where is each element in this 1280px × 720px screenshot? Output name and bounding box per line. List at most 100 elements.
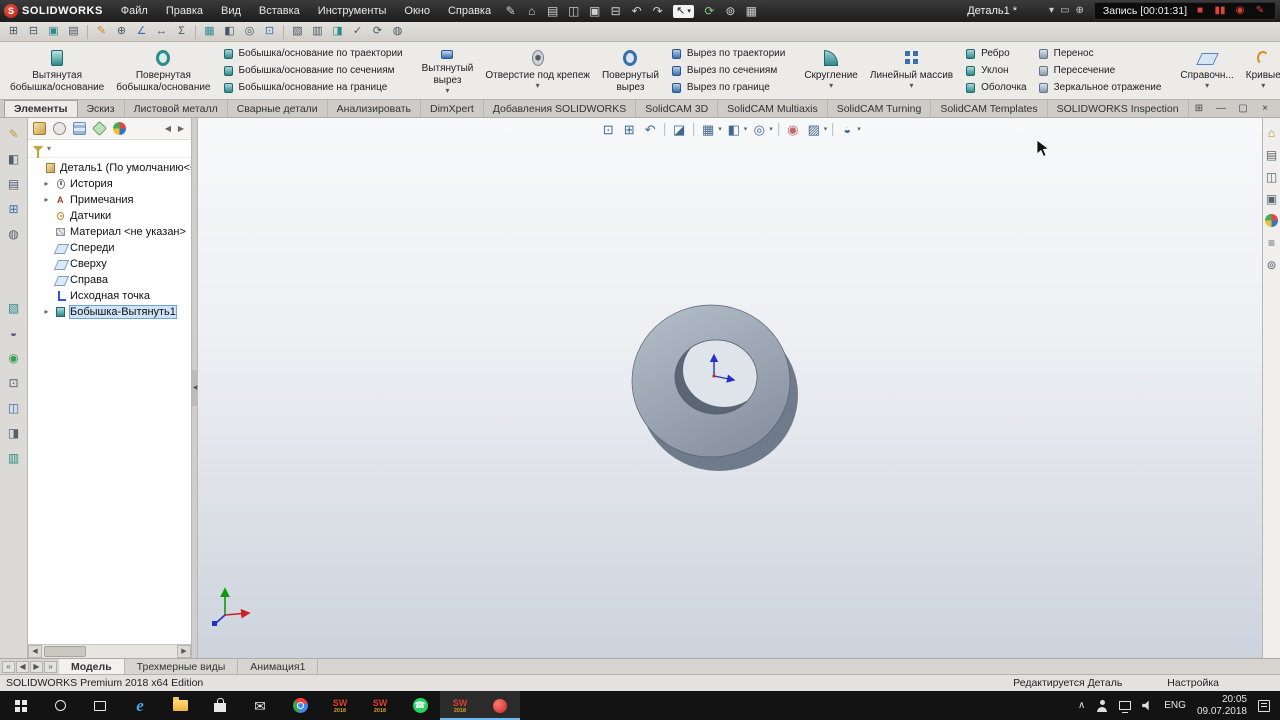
rows-icon[interactable] [5, 450, 23, 466]
menu-tools[interactable]: Инструменты [310, 2, 395, 20]
camera-snapshot-icon[interactable] [1233, 6, 1247, 16]
recorder-zoom-icon[interactable] [1076, 6, 1084, 16]
add-relation-icon[interactable] [112, 23, 131, 40]
home-icon[interactable] [522, 2, 541, 20]
menu-edit[interactable]: Правка [158, 2, 211, 20]
tree-item-right-plane[interactable]: Справа [28, 272, 191, 288]
dimxpertmanager-tab-icon[interactable] [92, 121, 107, 136]
appearances-scenes-icon[interactable] [1265, 214, 1278, 227]
tab-model[interactable]: Модель [59, 659, 125, 674]
featuremanager-tab-icon[interactable] [33, 122, 46, 135]
tree-item-material[interactable]: Материал <не указан> [28, 224, 191, 240]
expand-arrow-icon[interactable] [42, 308, 51, 316]
edge-button[interactable] [120, 691, 160, 720]
view-settings-dropdown-icon[interactable] [857, 126, 861, 133]
language-indicator[interactable]: ENG [1164, 700, 1186, 711]
tab-solidworks-addins[interactable]: Добавления SOLIDWORKS [484, 100, 636, 117]
custom-properties-icon[interactable] [1265, 236, 1279, 249]
columns-icon[interactable] [5, 400, 23, 416]
solidworks-resources-icon[interactable] [1265, 126, 1279, 139]
minimize-icon[interactable] [1214, 104, 1228, 114]
mirror-button[interactable]: Зеркальное отражение [1037, 80, 1162, 95]
annotate-recording-icon[interactable] [1253, 6, 1267, 16]
tree-item-annotations[interactable]: Примечания [28, 192, 191, 208]
extruded-boss-button[interactable]: Вытянутая бобышка/основание [4, 44, 110, 97]
zoom-box-icon[interactable] [260, 23, 279, 40]
sketch-tool-icon[interactable] [92, 23, 111, 40]
action-center-icon[interactable] [1258, 700, 1270, 712]
frame-icon[interactable] [5, 375, 23, 391]
network-tray-icon[interactable] [1119, 701, 1131, 710]
draft-button[interactable]: Уклон [964, 63, 1027, 78]
tree-item-top-plane[interactable]: Сверху [28, 256, 191, 272]
boundary-cut-button[interactable]: Вырез по границе [670, 80, 785, 95]
rows-tool-icon[interactable] [308, 23, 327, 40]
tab-animation1[interactable]: Анимация1 [238, 659, 318, 674]
display-half-icon[interactable] [220, 23, 239, 40]
people-tray-icon[interactable] [1096, 700, 1108, 712]
appearance-toolbar-icon[interactable] [742, 2, 761, 20]
panel-tabs-prev-icon[interactable] [163, 125, 173, 133]
tab-evaluate[interactable]: Анализировать [328, 100, 421, 117]
view-settings-icon[interactable] [838, 121, 856, 137]
tab-sketch[interactable]: Эскиз [78, 100, 125, 117]
fillet-dropdown-icon[interactable] [829, 82, 833, 89]
solidworks-active-button[interactable]: SW 2018 [440, 691, 480, 720]
screen-recorder-button[interactable] [480, 691, 520, 720]
swept-cut-button[interactable]: Вырез по траектории [670, 46, 785, 61]
sphere-icon[interactable] [5, 226, 23, 242]
split-icon[interactable] [5, 425, 23, 441]
store-button[interactable] [200, 691, 240, 720]
displaymanager-tab-icon[interactable] [113, 122, 126, 135]
expand-arrow-icon[interactable] [42, 196, 51, 204]
solid-tool-icon[interactable] [44, 23, 63, 40]
reference-dropdown-icon[interactable] [1205, 82, 1209, 89]
pencil-icon[interactable] [5, 126, 23, 142]
grid-tool-icon[interactable] [4, 23, 23, 40]
shell-button[interactable]: Оболочка [964, 80, 1027, 95]
rebuild-icon[interactable] [700, 2, 719, 20]
solidworks-forum-icon[interactable] [1265, 258, 1279, 271]
menu-insert[interactable]: Вставка [251, 2, 308, 20]
linear-pattern-button[interactable]: Линейный массив [864, 44, 959, 97]
file-explorer-pane-icon[interactable] [1265, 170, 1279, 183]
extruded-cut-dropdown-icon[interactable] [445, 87, 449, 94]
last-tab-icon[interactable] [44, 661, 57, 673]
redo-icon[interactable] [648, 2, 667, 20]
select-tool-button[interactable] [673, 5, 694, 18]
apply-scene-dropdown-icon[interactable] [824, 126, 828, 133]
whatsapp-button[interactable] [400, 691, 440, 720]
design-library-icon[interactable] [1265, 148, 1279, 161]
scroll-right-icon[interactable] [177, 645, 191, 658]
lofted-boss-button[interactable]: Бобышка/основание по сечениям [222, 63, 403, 78]
recorder-screen-icon[interactable] [1060, 6, 1069, 16]
taskbar-clock[interactable]: 20:05 09.07.2018 [1197, 694, 1247, 718]
close-icon[interactable] [1258, 104, 1272, 114]
open-document-icon[interactable] [564, 2, 583, 20]
verify-tool-icon[interactable] [348, 23, 367, 40]
hide-show-items-icon[interactable] [750, 121, 768, 137]
refresh-tool-icon[interactable] [368, 23, 387, 40]
lofted-cut-button[interactable]: Вырез по сечениям [670, 63, 785, 78]
menu-help[interactable]: Справка [440, 2, 499, 20]
contrast-icon[interactable] [5, 151, 23, 167]
shade-tool-icon[interactable] [328, 23, 347, 40]
pin-menu-icon[interactable] [501, 2, 520, 20]
panel-tabs-next-icon[interactable] [176, 125, 186, 133]
tab-solidworks-inspection[interactable]: SOLIDWORKS Inspection [1048, 100, 1189, 117]
solidworks-taskbar-button-1[interactable]: SW 2018 [320, 691, 360, 720]
zoom-fit-icon[interactable] [599, 121, 617, 137]
model-canvas[interactable] [198, 118, 1262, 658]
tree-item-boss-extrude[interactable]: Бобышка-Вытянуть1 [28, 304, 191, 320]
revolved-cut-button[interactable]: Повернутый вырез [596, 44, 665, 97]
recorder-chevron-icon[interactable] [1049, 6, 1054, 16]
extruded-cut-button[interactable]: Вытянутый вырез [416, 44, 480, 97]
tab-solidcam-templates[interactable]: SolidCAM Templates [931, 100, 1047, 117]
pause-recording-icon[interactable] [1213, 6, 1227, 16]
save-icon[interactable] [585, 2, 604, 20]
solidworks-taskbar-button-2[interactable]: SW 2018 [360, 691, 400, 720]
tab-dimxpert[interactable]: DimXpert [421, 100, 484, 117]
zoom-area-icon[interactable] [620, 121, 638, 137]
tab-solidcam-3d[interactable]: SolidCAM 3D [636, 100, 718, 117]
next-tab-icon[interactable] [30, 661, 43, 673]
